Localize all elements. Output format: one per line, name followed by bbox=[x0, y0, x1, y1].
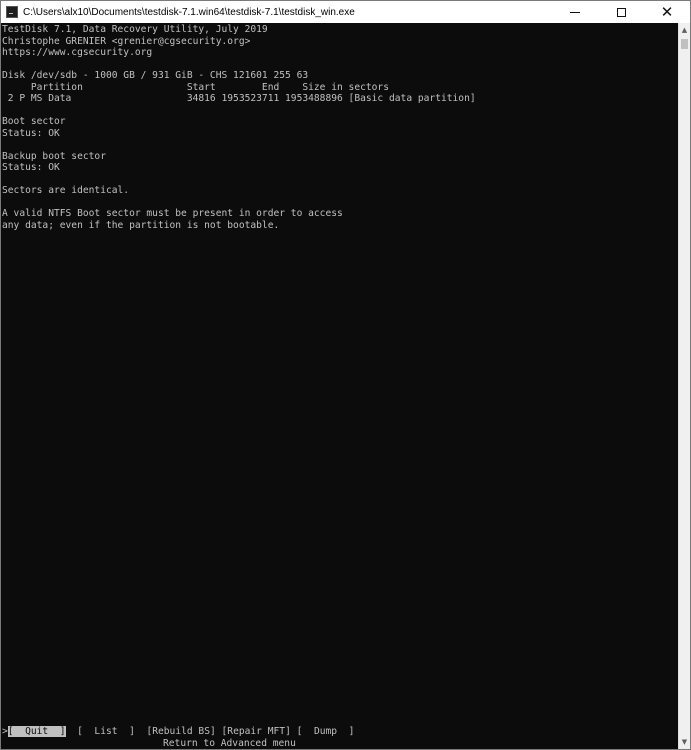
partition-header: Partition Start End Size in sectors bbox=[2, 81, 389, 93]
repair-mft-menu-item[interactable]: [Repair MFT] bbox=[222, 726, 291, 737]
ntfs-notice-line: A valid NTFS Boot sector must be present… bbox=[2, 208, 343, 219]
scroll-thumb[interactable] bbox=[681, 39, 688, 49]
maximize-icon bbox=[616, 7, 626, 17]
backup-boot-sector-status: Status: OK bbox=[2, 162, 60, 173]
close-button[interactable]: ✕ bbox=[644, 1, 690, 23]
backup-boot-sector-label: Backup boot sector bbox=[2, 150, 106, 162]
maximize-button[interactable] bbox=[598, 1, 644, 23]
rebuild-bs-menu-item[interactable]: [Rebuild BS] bbox=[146, 726, 215, 737]
console-window: C:\Users\alx10\Documents\testdisk-7.1.wi… bbox=[0, 0, 691, 750]
dump-menu-item[interactable]: [ Dump ] bbox=[297, 726, 355, 737]
list-menu-item[interactable]: [ List ] bbox=[77, 726, 135, 737]
partition-row: 2 P MS Data 34816 1953523711 1953488896 … bbox=[2, 93, 476, 104]
disk-info-line: Disk /dev/sdb - 1000 GB / 931 GiB - CHS … bbox=[2, 70, 309, 81]
console-app-icon bbox=[6, 6, 18, 18]
title-bar[interactable]: C:\Users\alx10\Documents\testdisk-7.1.wi… bbox=[1, 1, 690, 23]
boot-sector-label: Boot sector bbox=[2, 116, 66, 127]
menu-cursor: > bbox=[2, 726, 8, 737]
ntfs-notice-line: any data; even if the partition is not b… bbox=[2, 219, 280, 231]
close-icon: ✕ bbox=[660, 2, 674, 21]
console-line: https://www.cgsecurity.org bbox=[2, 47, 153, 58]
console-line: TestDisk 7.1, Data Recovery Utility, Jul… bbox=[2, 24, 268, 35]
window-title: C:\Users\alx10\Documents\testdisk-7.1.wi… bbox=[23, 6, 355, 18]
console-output: TestDisk 7.1, Data Recovery Utility, Jul… bbox=[1, 23, 678, 749]
vertical-scrollbar[interactable]: ▲ ▼ bbox=[678, 23, 690, 749]
minimize-icon bbox=[570, 11, 580, 13]
action-menu: >[ Quit ] [ List ] [Rebuild BS] [Repair … bbox=[2, 726, 354, 738]
boot-sector-status: Status: OK bbox=[2, 127, 60, 139]
sectors-identical-message: Sectors are identical. bbox=[2, 185, 130, 196]
minimize-button[interactable] bbox=[552, 1, 598, 23]
menu-hint: Return to Advanced menu bbox=[163, 737, 296, 749]
console-line: Christophe GRENIER <grenier@cgsecurity.o… bbox=[2, 35, 251, 47]
quit-menu-item[interactable]: [ Quit ] bbox=[7, 726, 66, 737]
scroll-up-arrow-icon[interactable]: ▲ bbox=[679, 23, 690, 37]
scroll-down-arrow-icon[interactable]: ▼ bbox=[679, 735, 690, 749]
